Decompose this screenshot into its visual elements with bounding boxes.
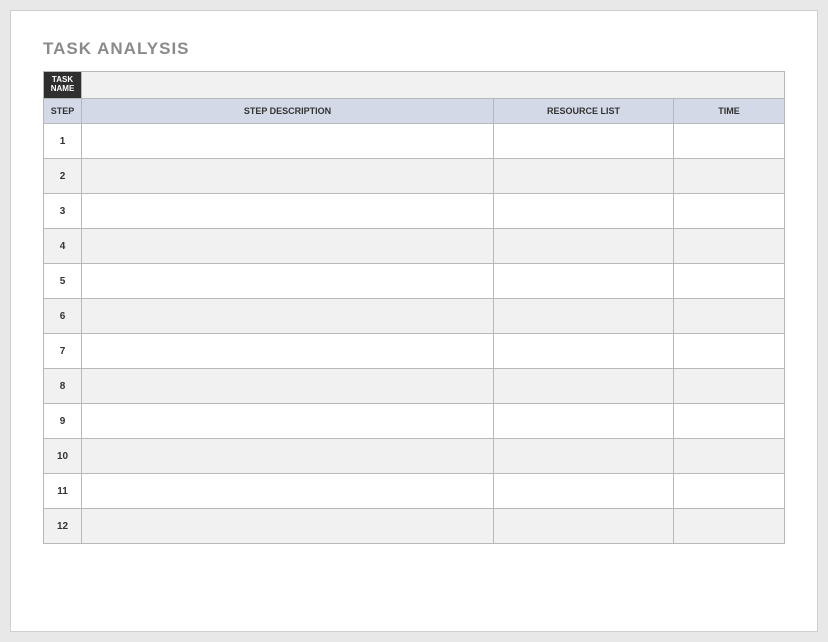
time-cell[interactable] <box>674 229 784 263</box>
step-number: 12 <box>44 509 82 543</box>
time-cell[interactable] <box>674 264 784 298</box>
time-cell[interactable] <box>674 194 784 228</box>
document-page: TASK ANALYSIS TASK NAME STEP STEP DESCRI… <box>10 10 818 632</box>
step-description-cell[interactable] <box>82 369 494 403</box>
page-title: TASK ANALYSIS <box>43 39 785 59</box>
task-analysis-table: TASK NAME STEP STEP DESCRIPTION RESOURCE… <box>43 71 785 544</box>
time-cell[interactable] <box>674 369 784 403</box>
step-number: 5 <box>44 264 82 298</box>
resource-list-cell[interactable] <box>494 404 674 438</box>
resource-list-cell[interactable] <box>494 509 674 543</box>
step-description-cell[interactable] <box>82 334 494 368</box>
resource-list-cell[interactable] <box>494 159 674 193</box>
step-number: 1 <box>44 124 82 158</box>
time-cell[interactable] <box>674 159 784 193</box>
step-description-cell[interactable] <box>82 439 494 473</box>
step-number: 6 <box>44 299 82 333</box>
step-description-cell[interactable] <box>82 404 494 438</box>
resource-list-cell[interactable] <box>494 229 674 263</box>
table-row: 7 <box>44 333 784 368</box>
header-row: STEP STEP DESCRIPTION RESOURCE LIST TIME <box>44 98 784 123</box>
step-description-cell[interactable] <box>82 124 494 158</box>
step-number: 10 <box>44 439 82 473</box>
table-row: 3 <box>44 193 784 228</box>
step-description-cell[interactable] <box>82 159 494 193</box>
time-cell[interactable] <box>674 404 784 438</box>
header-time: TIME <box>674 99 784 123</box>
step-number: 3 <box>44 194 82 228</box>
table-row: 9 <box>44 403 784 438</box>
step-description-cell[interactable] <box>82 194 494 228</box>
step-description-cell[interactable] <box>82 299 494 333</box>
resource-list-cell[interactable] <box>494 264 674 298</box>
header-step: STEP <box>44 99 82 123</box>
resource-list-cell[interactable] <box>494 124 674 158</box>
table-row: 6 <box>44 298 784 333</box>
resource-list-cell[interactable] <box>494 439 674 473</box>
header-resource: RESOURCE LIST <box>494 99 674 123</box>
header-description: STEP DESCRIPTION <box>82 99 494 123</box>
step-number: 7 <box>44 334 82 368</box>
time-cell[interactable] <box>674 299 784 333</box>
resource-list-cell[interactable] <box>494 474 674 508</box>
time-cell[interactable] <box>674 474 784 508</box>
resource-list-cell[interactable] <box>494 369 674 403</box>
task-name-row: TASK NAME <box>44 71 784 98</box>
time-cell[interactable] <box>674 124 784 158</box>
table-row: 2 <box>44 158 784 193</box>
step-description-cell[interactable] <box>82 229 494 263</box>
time-cell[interactable] <box>674 439 784 473</box>
resource-list-cell[interactable] <box>494 194 674 228</box>
step-description-cell[interactable] <box>82 264 494 298</box>
table-row: 12 <box>44 508 784 543</box>
table-row: 11 <box>44 473 784 508</box>
table-row: 8 <box>44 368 784 403</box>
step-number: 2 <box>44 159 82 193</box>
step-number: 8 <box>44 369 82 403</box>
step-description-cell[interactable] <box>82 474 494 508</box>
table-row: 10 <box>44 438 784 473</box>
resource-list-cell[interactable] <box>494 299 674 333</box>
table-row: 5 <box>44 263 784 298</box>
step-description-cell[interactable] <box>82 509 494 543</box>
time-cell[interactable] <box>674 509 784 543</box>
table-row: 4 <box>44 228 784 263</box>
step-number: 4 <box>44 229 82 263</box>
task-name-label: TASK NAME <box>44 72 82 98</box>
task-name-input[interactable] <box>82 72 784 98</box>
resource-list-cell[interactable] <box>494 334 674 368</box>
step-number: 9 <box>44 404 82 438</box>
time-cell[interactable] <box>674 334 784 368</box>
step-number: 11 <box>44 474 82 508</box>
table-row: 1 <box>44 123 784 158</box>
